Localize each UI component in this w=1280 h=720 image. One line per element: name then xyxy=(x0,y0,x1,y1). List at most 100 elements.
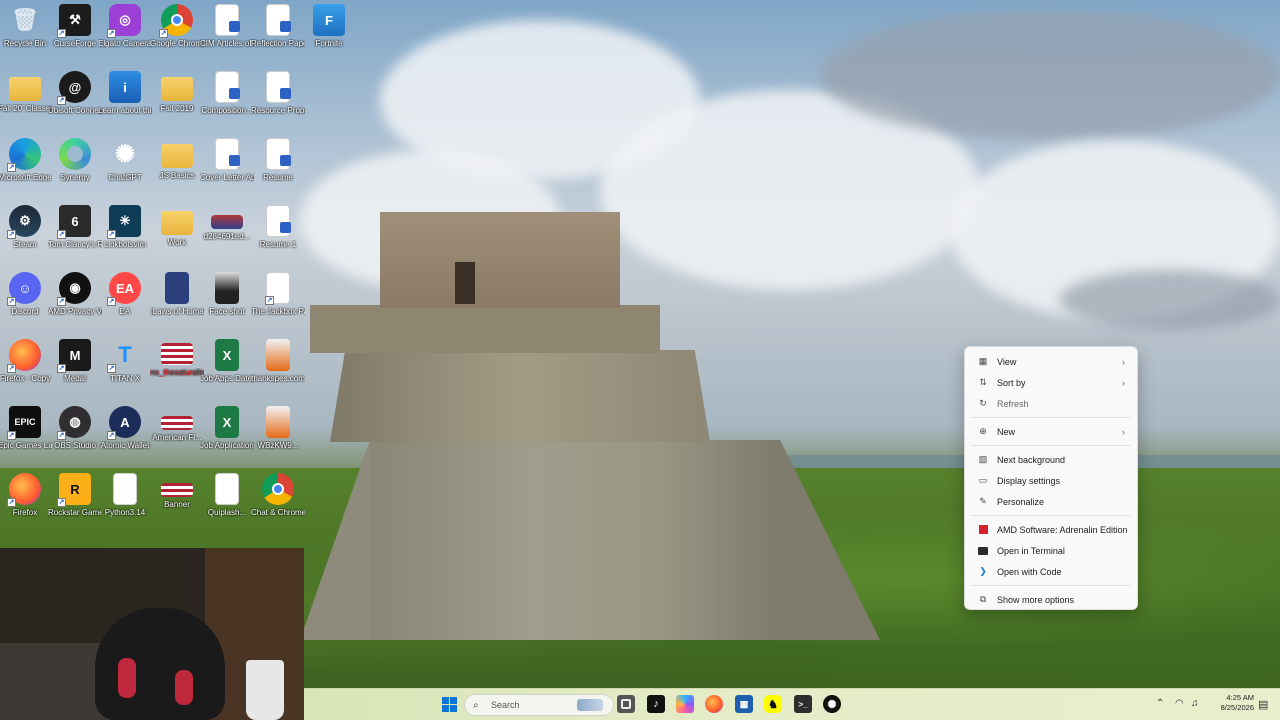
volume-status[interactable]: ♫ xyxy=(1191,698,1199,709)
menu-item-view[interactable]: ▦ View › xyxy=(969,351,1133,372)
desktop-icon-laws-of-human-nature[interactable]: (Laws of Human Na... xyxy=(150,268,204,332)
menu-item-amd-software[interactable]: AMD Software: Adrenalin Edition xyxy=(969,519,1133,540)
search-placeholder: Search xyxy=(491,700,520,710)
desktop-icon-curseforge[interactable]: ⚒ ↗ CurseForge xyxy=(50,0,100,64)
desktop-icon-label: TITAN X xyxy=(109,374,141,383)
taskbar-clock[interactable]: 4:25 AM 8/25/2026 xyxy=(1208,693,1254,713)
bell-icon: ▤ xyxy=(1258,699,1269,711)
desktop-icon-label: d284691ed... xyxy=(203,232,251,241)
desktop-icon-banner[interactable]: Banner xyxy=(152,469,202,533)
clock-time: 4:25 AM xyxy=(1226,693,1254,702)
menu-item-open-in-terminal[interactable]: Open in Terminal xyxy=(969,540,1133,561)
task-view-button[interactable] xyxy=(617,695,635,713)
chrome-icon: ↗ xyxy=(159,4,193,38)
desktop-icon-wbzkw9[interactable]: WBzKW9... xyxy=(253,402,303,466)
desktop-icon-elgato[interactable]: ◎↗ Elgato Camera Hub xyxy=(98,0,152,64)
taskbar-search-box[interactable]: ⌕ Search xyxy=(464,694,614,716)
desktop-icon-edge[interactable]: ↗ Microsoft Edge xyxy=(0,134,52,198)
desktop-icon-work[interactable]: Work xyxy=(152,201,202,265)
desktop-icon-titan-x[interactable]: T ↗ TITAN X xyxy=(100,335,150,399)
desktop-icon-learn-about-picture[interactable]: i Learn about this picture xyxy=(98,67,152,131)
desktop-icon-resource-proposal[interactable]: Resource Proposal xyxy=(251,67,305,131)
desktop-icon-python[interactable]: Python3.14 xyxy=(100,469,150,533)
desktop-context-menu: ▦ View › ⇅ Sort by › ↻ Refresh ⊕ New › ▧… xyxy=(964,346,1138,610)
desktop-icon-linkbotsvim[interactable]: ✳ ↗ Linkbotsvim xyxy=(100,201,150,265)
desktop-icon-fortnite[interactable]: F Fortnite xyxy=(304,0,354,64)
notifications-button[interactable]: ▤ xyxy=(1258,698,1268,711)
desktop-icon-firefox-copy[interactable]: ↗ Firefox - Copy xyxy=(0,335,50,399)
desktop-icon-obs-studio[interactable]: ◍ ↗ OBS Studio xyxy=(50,402,100,466)
taskbar-firefox[interactable] xyxy=(705,695,723,713)
desktop-icon-js-basics[interactable]: JS Basics xyxy=(152,134,202,198)
recycle-bin-icon: 🗑 xyxy=(11,7,39,32)
wifi-status[interactable]: ◠ xyxy=(1175,698,1184,709)
menu-item-refresh[interactable]: ↻ Refresh xyxy=(969,393,1133,414)
desktop-icon-label: Learn about this picture xyxy=(98,106,152,115)
desktop-icon-chat-chrome[interactable]: Chat & Chrome xyxy=(251,469,305,533)
menu-item-display-settings[interactable]: ▭ Display settings xyxy=(969,470,1133,491)
windows-logo-icon xyxy=(441,696,457,712)
menu-item-next-background[interactable]: ▧ Next background xyxy=(969,449,1133,470)
menu-item-personalize[interactable]: ✎ Personalize xyxy=(969,491,1133,512)
menu-item-label: Personalize xyxy=(997,496,1045,507)
menu-item-label: Display settings xyxy=(997,475,1061,486)
store-icon: ▦ xyxy=(739,698,749,709)
desktop-icon-amd-privacy-view[interactable]: ◉↗ AMD Privacy View xyxy=(48,268,102,332)
desktop-icon-fall-2019[interactable]: Fall 2019 xyxy=(152,67,202,131)
desktop-icon-resume-1[interactable]: Resume 1 xyxy=(253,201,303,265)
desktop-icon-rockstar[interactable]: R↗ Rockstar Games... xyxy=(48,469,102,533)
menu-item-new[interactable]: ⊕ New › xyxy=(969,421,1133,442)
taskbar-copilot[interactable] xyxy=(676,695,694,713)
desktop-icon-discord[interactable]: ☺ ↗ Discord xyxy=(0,268,50,332)
desktop-icon-composition[interactable]: Composition... xyxy=(201,67,253,131)
grid-icon: ▦ xyxy=(978,356,988,366)
desktop-icon-label: (Laws of Human Na... xyxy=(150,307,204,316)
taskbar-snapchat[interactable]: ♞ xyxy=(764,695,782,713)
webcam-cup xyxy=(246,660,284,720)
desktop-icon-recycle-bin[interactable]: 🗑 Recycle Bin xyxy=(0,0,50,64)
desktop-icon-cover-letter[interactable]: Cover Letter Administrat... xyxy=(200,134,254,198)
desktop-icon-epic-games[interactable]: EPIC↗ Epic Games Launcher xyxy=(0,402,52,466)
desktop-icon-job-apps-dates[interactable]: X Job Apps Dates xyxy=(200,335,254,399)
desktop-icon-medal[interactable]: M ↗ Medal xyxy=(50,335,100,399)
desktop-icon-job-applications[interactable]: X Job Applications xyxy=(200,402,254,466)
taskbar-tiktok[interactable]: ♪ xyxy=(647,695,665,713)
menu-item-open-with-code[interactable]: ❯ Open with Code xyxy=(969,561,1133,582)
photo-file-icon xyxy=(215,272,239,304)
menu-item-show-more-options[interactable]: ⧉ Show more options xyxy=(969,589,1133,610)
more-options-icon: ⧉ xyxy=(979,594,987,604)
start-button[interactable] xyxy=(440,695,458,713)
desktop-icon-resume[interactable]: Resume xyxy=(253,134,303,198)
desktop-icon-american-flag[interactable]: American Fl... xyxy=(152,402,202,466)
desktop-icon-d284691ed[interactable]: d284691ed... xyxy=(202,201,252,265)
desktop-icon-jackbox[interactable]: ↗ The Jackbox Party Pack xyxy=(251,268,305,332)
curseforge-icon: ⚒ ↗ xyxy=(57,4,91,38)
desktop-icon-cim-articles[interactable]: CIM Articles of organiza... xyxy=(200,0,254,64)
desktop-icon-label: Elgato Camera Hub xyxy=(98,39,152,48)
desktop-icon-thankspes[interactable]: thankspes.com xyxy=(251,335,305,399)
desktop-icon-quiplash[interactable]: Quiplash... xyxy=(202,469,252,533)
book-file-icon xyxy=(165,272,189,304)
taskbar-chatgpt[interactable]: ✺ xyxy=(823,695,841,713)
desktop-icon-label: Fall 2019 xyxy=(160,104,194,113)
desktop-icon-ea[interactable]: EA ↗ EA xyxy=(100,268,150,332)
desktop-icon-synergy[interactable]: Synergy xyxy=(50,134,100,198)
show-hidden-icons-button[interactable]: ⌃ xyxy=(1156,698,1164,709)
desktop-icon-chatgpt[interactable]: ✺ ChatGPT xyxy=(100,134,150,198)
desktop-icon-face-shot[interactable]: Face shot xyxy=(202,268,252,332)
taskbar-microsoft-store[interactable]: ▦ xyxy=(735,695,753,713)
desktop-icon-flag-image[interactable]: no_thesaturalingvis xyxy=(150,335,204,399)
desktop-icon-rainbow-six[interactable]: 6↗ Tom Clancy's Rainbow Six... xyxy=(48,201,102,265)
taskbar-terminal[interactable]: >_ xyxy=(794,695,812,713)
desktop-icon-atomic-wallet[interactable]: A ↗ Atomic Wallet xyxy=(100,402,150,466)
desktop-icon-chrome[interactable]: ↗ Google Chrome xyxy=(150,0,204,64)
desktop-icon-ubisoft[interactable]: @ ↗ Ubisoft Connect xyxy=(48,67,102,131)
menu-item-sort-by[interactable]: ⇅ Sort by › xyxy=(969,372,1133,393)
desktop-icon-label: Fall 20' Classes xyxy=(0,104,52,113)
desktop-icon-firefox[interactable]: ↗ Firefox xyxy=(0,469,50,533)
desktop-icon-steam[interactable]: ⚙ ↗ Steam xyxy=(0,201,50,265)
desktop-icon-reflection-paper[interactable]: Reflection Paper.do... xyxy=(251,0,305,64)
edge-icon: ↗ xyxy=(7,138,41,172)
desktop-icon-fall-20-classes[interactable]: Fall 20' Classes xyxy=(0,67,52,131)
blank-file-icon xyxy=(113,473,137,505)
